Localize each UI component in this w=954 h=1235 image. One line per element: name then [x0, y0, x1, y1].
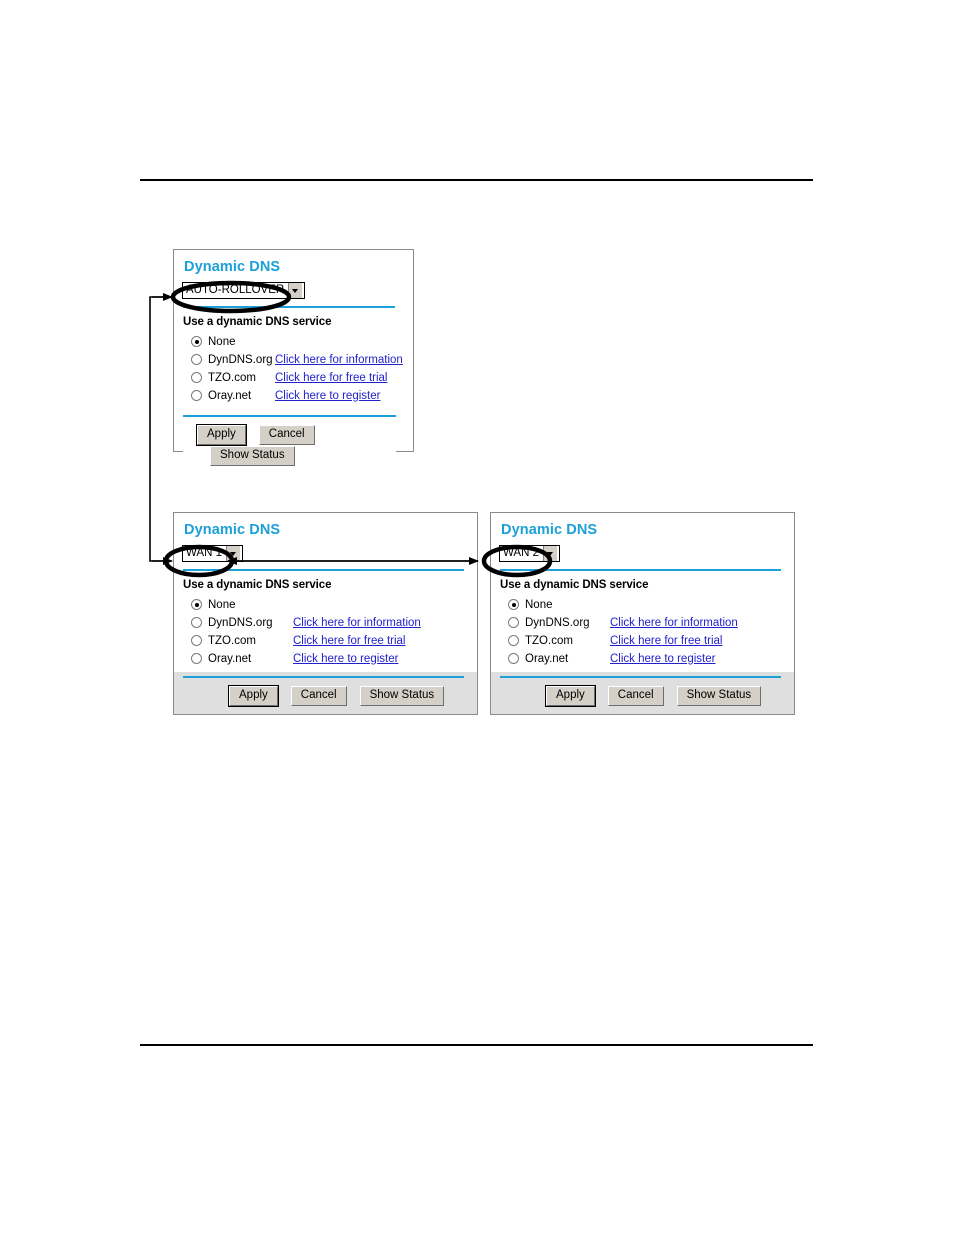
service-label: Oray.net: [208, 389, 252, 402]
service-option-dyndns[interactable]: DynDNS.org Click here for information: [500, 614, 794, 631]
radio-icon[interactable]: [191, 653, 202, 664]
apply-button[interactable]: Apply: [196, 424, 247, 446]
radio-icon[interactable]: [191, 617, 202, 628]
service-link-tzo[interactable]: Click here for free trial: [275, 372, 387, 384]
service-link-dyndns[interactable]: Click here for information: [610, 617, 738, 629]
service-option-oray[interactable]: Oray.net Click here to register: [183, 650, 477, 667]
dns-service-section: Use a dynamic DNS service None DynDNS.or…: [491, 571, 794, 674]
radio-icon[interactable]: [508, 635, 519, 646]
service-label: TZO.com: [208, 371, 256, 384]
service-label: None: [208, 598, 236, 611]
panel-footer: Apply Cancel Show Status: [500, 676, 781, 714]
page-title: Dynamic DNS: [184, 522, 281, 538]
connector-rollover-to-wan1: [149, 293, 173, 565]
radio-icon[interactable]: [508, 599, 519, 610]
radio-icon[interactable]: [508, 617, 519, 628]
panel-footer-wrap: Apply Cancel Show Status: [174, 672, 477, 714]
interface-select-value: WAN 2: [503, 547, 539, 559]
panel-footer-wrap: Apply Cancel Show Status: [491, 672, 794, 714]
service-link-tzo[interactable]: Click here for free trial: [610, 635, 722, 647]
interface-select-row: WAN 1: [174, 538, 477, 564]
dynamic-dns-panel-wan1: Dynamic DNS WAN 1 Use a dynamic DNS serv…: [173, 512, 478, 715]
radio-icon[interactable]: [191, 336, 202, 347]
interface-select-value: AUTO-ROLLOVER: [186, 284, 285, 296]
radio-icon[interactable]: [191, 599, 202, 610]
apply-button[interactable]: Apply: [545, 685, 596, 707]
interface-select[interactable]: WAN 2: [499, 545, 560, 562]
show-status-button[interactable]: Show Status: [210, 446, 295, 466]
dns-service-section: Use a dynamic DNS service None DynDNS.or…: [174, 308, 413, 411]
show-status-button[interactable]: Show Status: [676, 686, 762, 706]
service-option-oray[interactable]: Oray.net Click here to register: [500, 650, 794, 667]
service-label: None: [208, 335, 236, 348]
section-label: Use a dynamic DNS service: [500, 579, 649, 591]
button-row: Apply Cancel Show Status: [183, 685, 464, 707]
service-label: DynDNS.org: [208, 616, 273, 629]
page-title: Dynamic DNS: [184, 259, 281, 275]
radio-icon[interactable]: [191, 354, 202, 365]
interface-select-row: WAN 2: [491, 538, 794, 564]
interface-select[interactable]: AUTO-ROLLOVER: [182, 282, 306, 299]
service-option-dyndns[interactable]: DynDNS.org Click here for information: [183, 351, 413, 368]
service-link-dyndns[interactable]: Click here for information: [275, 354, 403, 366]
dynamic-dns-panel-rollover: Dynamic DNS AUTO-ROLLOVER Use a dynamic …: [173, 249, 414, 474]
section-label: Use a dynamic DNS service: [183, 579, 332, 591]
service-option-tzo[interactable]: TZO.com Click here for free trial: [183, 369, 413, 386]
cancel-button[interactable]: Cancel: [607, 686, 664, 706]
page-footer-rule: [140, 1044, 813, 1046]
cancel-button[interactable]: Cancel: [258, 425, 315, 445]
show-status-button[interactable]: Show Status: [359, 686, 445, 706]
interface-select-row: AUTO-ROLLOVER: [174, 275, 413, 301]
service-link-oray[interactable]: Click here to register: [275, 390, 380, 402]
dns-service-section: Use a dynamic DNS service None DynDNS.or…: [174, 571, 477, 674]
radio-icon[interactable]: [508, 653, 519, 664]
radio-icon[interactable]: [191, 372, 202, 383]
service-label: Oray.net: [525, 652, 569, 665]
panel-footer: Apply CancelShow Status: [183, 415, 396, 474]
page-header-rule: [140, 179, 813, 181]
button-row: Apply CancelShow Status: [183, 424, 396, 466]
cancel-button[interactable]: Cancel: [290, 686, 347, 706]
section-label: Use a dynamic DNS service: [183, 316, 332, 328]
service-label: Oray.net: [208, 652, 252, 665]
service-option-tzo[interactable]: TZO.com Click here for free trial: [500, 632, 794, 649]
service-option-none[interactable]: None: [183, 333, 413, 350]
service-option-none[interactable]: None: [500, 596, 794, 613]
apply-button[interactable]: Apply: [228, 685, 279, 707]
service-label: None: [525, 598, 553, 611]
chevron-down-icon[interactable]: [226, 546, 240, 561]
panel-footer: Apply Cancel Show Status: [183, 676, 464, 714]
dynamic-dns-panel-wan2: Dynamic DNS WAN 2 Use a dynamic DNS serv…: [490, 512, 795, 715]
service-option-tzo[interactable]: TZO.com Click here for free trial: [183, 632, 477, 649]
chevron-down-icon[interactable]: [288, 283, 303, 298]
service-label: TZO.com: [525, 634, 573, 647]
service-option-none[interactable]: None: [183, 596, 477, 613]
service-label: DynDNS.org: [208, 353, 273, 366]
chevron-down-icon[interactable]: [543, 546, 557, 561]
interface-select[interactable]: WAN 1: [182, 545, 243, 562]
page-title: Dynamic DNS: [501, 522, 598, 538]
service-link-oray[interactable]: Click here to register: [293, 653, 398, 665]
service-link-oray[interactable]: Click here to register: [610, 653, 715, 665]
service-label: DynDNS.org: [525, 616, 590, 629]
radio-icon[interactable]: [191, 635, 202, 646]
radio-icon[interactable]: [191, 390, 202, 401]
service-link-dyndns[interactable]: Click here for information: [293, 617, 421, 629]
interface-select-value: WAN 1: [186, 547, 222, 559]
service-link-tzo[interactable]: Click here for free trial: [293, 635, 405, 647]
service-option-oray[interactable]: Oray.net Click here to register: [183, 387, 413, 404]
service-option-dyndns[interactable]: DynDNS.org Click here for information: [183, 614, 477, 631]
service-label: TZO.com: [208, 634, 256, 647]
button-row: Apply Cancel Show Status: [500, 685, 781, 707]
